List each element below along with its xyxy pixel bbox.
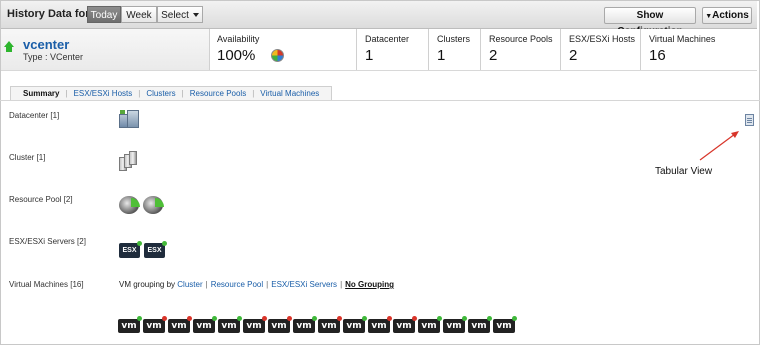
vm-status-dot [487, 316, 492, 321]
grouping-resource-pool-link[interactable]: Resource Pool [211, 280, 263, 289]
cluster-icons [119, 151, 137, 171]
vm-status-dot [337, 316, 342, 321]
esx-icon-text: ESX [147, 247, 162, 254]
vm-status-dot [462, 316, 467, 321]
vm-icon-text: vm [121, 321, 137, 331]
vm-status-dot [412, 316, 417, 321]
esx-row-label: ESX/ESXi Servers [2] [9, 237, 86, 246]
tabular-view-callout: Tabular View [655, 166, 713, 177]
vm-icon[interactable]: vm [318, 316, 342, 333]
esx-icon-text: ESX [122, 247, 137, 254]
vm-status-dot [387, 316, 392, 321]
vm-icon-text: vm [171, 321, 187, 331]
resource-pool-wedge [155, 198, 164, 207]
vm-status-dot [287, 316, 292, 321]
vm-icon[interactable]: vm [368, 316, 392, 333]
vm-icon-text: vm [271, 321, 287, 331]
callout-arrow [699, 131, 739, 161]
vm-status-dot [237, 316, 242, 321]
cluster-icon[interactable] [119, 151, 137, 171]
vm-icon-text: vm [196, 321, 212, 331]
vm-status-dot [137, 316, 142, 321]
resource-pool-icon[interactable] [119, 196, 140, 214]
vm-status-dot [312, 316, 317, 321]
resource-pool-row-label: Resource Pool [2] [9, 195, 73, 204]
vm-icon[interactable]: vm [343, 316, 367, 333]
grouping-cluster-link[interactable]: Cluster [177, 280, 202, 289]
vm-row-label: Virtual Machines [16] [9, 280, 84, 289]
resource-pool-wedge [131, 198, 140, 207]
vm-icon[interactable]: vm [268, 316, 292, 333]
vm-icon-text: vm [221, 321, 237, 331]
status-dot [137, 241, 142, 246]
esx-icons: ESX ESX [119, 241, 167, 258]
esx-host-icon[interactable]: ESX [144, 241, 167, 258]
vm-icon-list: vm vm vm vm vm vm vm vm vm vm vm vm vm vm vm vm [118, 316, 517, 333]
cluster-server [129, 151, 137, 165]
status-dot [162, 241, 167, 246]
vm-icon[interactable]: vm [418, 316, 442, 333]
vm-status-dot [437, 316, 442, 321]
vm-icon[interactable]: vm [218, 316, 242, 333]
vm-icon-text: vm [346, 321, 362, 331]
vm-status-dot [187, 316, 192, 321]
vm-icon[interactable]: vm [293, 316, 317, 333]
vm-icon[interactable]: vm [393, 316, 417, 333]
resource-pool-icon[interactable] [143, 196, 164, 214]
grouping-esx-link[interactable]: ESX/ESXi Servers [271, 280, 337, 289]
vm-status-dot [262, 316, 267, 321]
vm-icon-text: vm [371, 321, 387, 331]
vm-icon[interactable]: vm [193, 316, 217, 333]
vm-icon[interactable]: vm [118, 316, 142, 333]
grouping-separator: | [266, 280, 269, 289]
vm-icon-text: vm [471, 321, 487, 331]
vm-status-dot [512, 316, 517, 321]
vm-icon-text: vm [421, 321, 437, 331]
resource-pool-icons [119, 196, 164, 214]
vm-grouping: VM grouping by Cluster | Resource Pool | ESX… [119, 280, 394, 289]
vm-icon-text: vm [496, 321, 512, 331]
vm-icon-text: vm [296, 321, 312, 331]
vm-icon-text: vm [246, 321, 262, 331]
grouping-separator: | [205, 280, 208, 289]
vm-icon[interactable]: vm [143, 316, 167, 333]
esx-host-icon[interactable]: ESX [119, 241, 142, 258]
vm-icon[interactable]: vm [243, 316, 267, 333]
vm-status-dot [212, 316, 217, 321]
vm-icon[interactable]: vm [168, 316, 192, 333]
cluster-row-label: Cluster [1] [9, 153, 46, 162]
vm-icon-text: vm [321, 321, 337, 331]
vm-icon-text: vm [446, 321, 462, 331]
grouping-none-link[interactable]: No Grouping [345, 280, 394, 289]
vm-icon[interactable]: vm [468, 316, 492, 333]
vm-icon[interactable]: vm [443, 316, 467, 333]
vm-status-dot [162, 316, 167, 321]
grouping-prefix: VM grouping by [119, 280, 176, 289]
grouping-separator: | [340, 280, 343, 289]
vm-icon-text: vm [146, 321, 162, 331]
vm-icon-text: vm [396, 321, 412, 331]
vm-icon[interactable]: vm [493, 316, 517, 333]
vm-status-dot [362, 316, 367, 321]
